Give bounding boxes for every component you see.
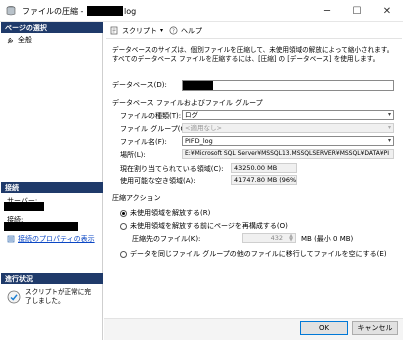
- file-type-select[interactable]: ログ ▾: [182, 110, 394, 120]
- file-type-label: ファイルの種類(T):: [120, 112, 182, 120]
- radio-indicator: [120, 250, 127, 258]
- file-type-value: ログ: [185, 111, 198, 119]
- script-button[interactable]: スクリプト ▾: [110, 26, 163, 36]
- shrink-to-unit: MB (最小 0 MB): [301, 235, 354, 243]
- release-unused-radio[interactable]: 未使用領域を解放する(R): [120, 208, 210, 218]
- file-name-label: ファイル名(F):: [120, 138, 167, 146]
- reorganize-pages-label: 未使用領域を解放する前にページを再構成する(O): [130, 222, 288, 230]
- title-bar: ファイルの圧縮 - log ─ ☐ ✕: [0, 0, 403, 22]
- filegroup-value: <適用なし>: [185, 124, 222, 132]
- main-panel: データベースのサイズは、個別ファイルを圧縮して、未使用領域の解放によって縮小され…: [106, 40, 400, 318]
- chevron-down-icon: ▾: [160, 27, 164, 34]
- release-unused-label: 未使用領域を解放する(R): [130, 209, 211, 217]
- help-label: ヘルプ: [181, 26, 203, 35]
- database-label: データベース(D):: [112, 81, 167, 89]
- view-connection-properties-link[interactable]: 接続のプロパティの表示: [7, 234, 95, 244]
- wrench-icon: [7, 38, 13, 44]
- view-connection-properties-label: 接続のプロパティの表示: [18, 235, 95, 243]
- toolbar: スクリプト ▾ ? ヘルプ: [106, 23, 402, 39]
- free-space-label: 使用可能な空き領域(A):: [120, 177, 196, 185]
- connection-header: 接続: [1, 182, 103, 193]
- help-icon: ?: [169, 26, 178, 35]
- reorganize-pages-radio[interactable]: 未使用領域を解放する前にページを再構成する(O): [120, 221, 288, 231]
- chevron-down-icon: ▾: [387, 124, 391, 131]
- location-field[interactable]: E:¥Microsoft SQL Server¥MSSQL13.MSSQLSER…: [182, 149, 394, 159]
- empty-file-label: データを同じファイル グループの他のファイルに移行してファイルを空にする(E): [130, 250, 387, 258]
- left-pane: ページの選択 全般 接続 サーバー: 接続: 接続のプロパティの表示 進行状況 …: [1, 22, 103, 340]
- redacted-connection: [4, 222, 78, 231]
- close-button[interactable]: ✕: [372, 0, 402, 22]
- database-field[interactable]: [182, 80, 394, 91]
- progress-status-text: スクリプトが正常に完了しました。: [25, 288, 91, 305]
- shrink-to-stepper[interactable]: 432 ▲ ▼: [242, 233, 296, 243]
- properties-icon: [7, 235, 15, 243]
- ok-button[interactable]: OK: [300, 321, 348, 335]
- shrink-to-label: 圧縮先のファイル(K):: [132, 235, 201, 243]
- page-item-general[interactable]: 全般: [7, 35, 32, 45]
- radio-selected-indicator: [120, 209, 127, 217]
- svg-text:?: ?: [172, 28, 175, 34]
- page-item-general-label: 全般: [18, 36, 32, 44]
- free-space-value: 41747.80 MB (96%): [231, 175, 297, 185]
- shrink-to-value: 432: [270, 234, 283, 242]
- chevron-down-icon: ▾: [387, 137, 391, 144]
- success-check-icon: [7, 290, 21, 304]
- window-title-prefix: ファイルの圧縮 -: [22, 7, 86, 16]
- filegroup-select: <適用なし> ▾: [182, 123, 394, 133]
- cancel-button[interactable]: キャンセル: [352, 321, 398, 335]
- script-label: スクリプト: [122, 26, 157, 35]
- redacted-database-name: [183, 81, 213, 90]
- window-title-suffix: log: [123, 7, 137, 16]
- database-icon: [6, 6, 16, 16]
- shrink-action-label: 圧縮アクション: [112, 194, 161, 202]
- script-icon: [110, 26, 118, 35]
- file-name-value: PIFD_log: [185, 137, 213, 145]
- filegroup-label: ファイル グループ(G):: [120, 125, 192, 133]
- maximize-button[interactable]: ☐: [342, 0, 372, 22]
- minimize-button[interactable]: ─: [312, 0, 342, 22]
- file-name-select[interactable]: PIFD_log ▾: [182, 136, 394, 146]
- radio-indicator: [120, 222, 127, 230]
- redacted-db-name: [86, 6, 123, 16]
- spinner-arrows-icon: ▲ ▼: [289, 233, 293, 243]
- files-group-label: データベース ファイルおよびファイル グループ: [112, 99, 263, 107]
- window-title: ファイルの圧縮 - log: [22, 6, 136, 17]
- allocated-value: 43250.00 MB: [231, 163, 297, 173]
- chevron-down-icon: ▾: [387, 111, 391, 118]
- progress-header: 進行状況: [1, 273, 103, 284]
- redacted-server: [4, 202, 44, 211]
- page-select-header: ページの選択: [1, 22, 103, 33]
- empty-file-radio[interactable]: データを同じファイル グループの他のファイルに移行してファイルを空にする(E): [120, 249, 387, 259]
- description-text: データベースのサイズは、個別ファイルを圧縮して、未使用領域の解放によって縮小され…: [112, 46, 394, 63]
- help-button[interactable]: ? ヘルプ: [169, 26, 202, 36]
- allocated-label: 現在割り当てられている領域(C):: [120, 165, 224, 173]
- location-label: 場所(L):: [120, 151, 146, 159]
